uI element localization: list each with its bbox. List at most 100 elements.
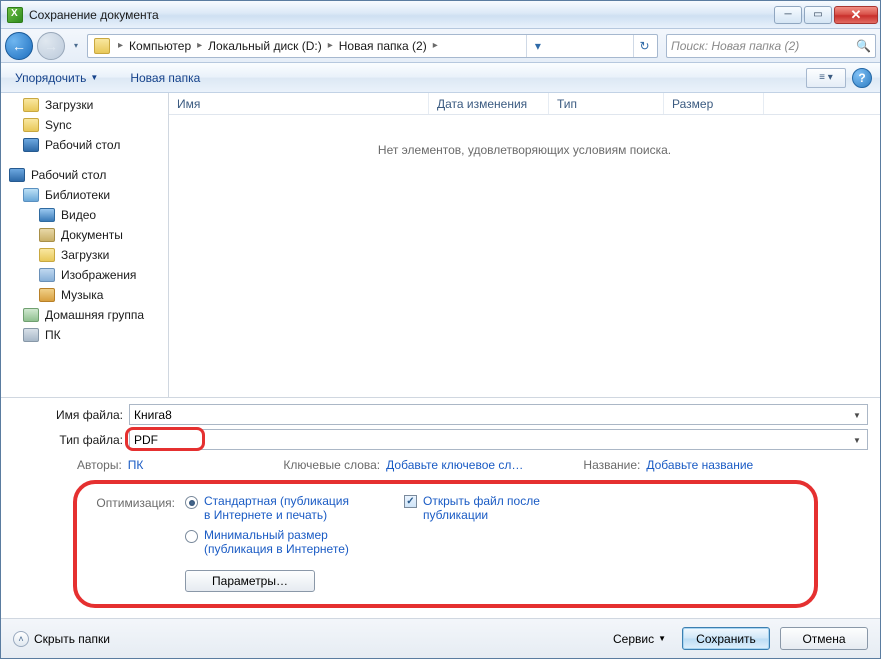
chevron-down-icon: ▼ [90,73,98,82]
chevron-right-icon: ▸ [433,40,438,51]
tree-item[interactable]: Библиотеки [1,185,168,205]
tree-item[interactable]: Рабочий стол [1,165,168,185]
optimization-label: Оптимизация: [91,494,175,592]
hide-folders-button[interactable]: ˄ Скрыть папки [13,631,110,647]
filetype-label: Тип файла: [13,433,129,447]
keywords-label: Ключевые слова: [283,458,380,472]
radio-standard[interactable]: Стандартная (публикация в Интернете и пе… [185,494,354,522]
app-icon [7,7,23,23]
col-date[interactable]: Дата изменения [429,93,549,114]
folder-icon [23,188,39,202]
footer: ˄ Скрыть папки Сервис ▼ Сохранить Отмена [1,618,880,658]
tree-item[interactable]: Sync [1,115,168,135]
radio-minimum[interactable]: Минимальный размер (публикация в Интерне… [185,528,354,556]
help-button[interactable]: ? [852,68,872,88]
service-menu[interactable]: Сервис ▼ [607,630,672,648]
nav-history-dropdown[interactable]: ▾ [69,32,83,60]
chevron-down-icon[interactable]: ▼ [849,407,865,423]
tree-item-label: ПК [45,328,61,342]
tree-item-label: Видео [61,208,96,222]
tree-item[interactable]: Загрузки [1,95,168,115]
cancel-button[interactable]: Отмена [780,627,868,650]
chevron-down-icon: ▼ [658,634,666,643]
chevron-right-icon: ▸ [118,40,123,51]
organize-menu[interactable]: Упорядочить ▼ [9,69,104,87]
tree-item[interactable]: Документы [1,225,168,245]
folder-icon [39,228,55,242]
breadcrumb[interactable]: ▸ Компьютер ▸ Локальный диск (D:) ▸ Нова… [87,34,658,58]
authors-label: Авторы: [77,458,122,472]
refresh-icon[interactable]: ↻ [633,35,655,57]
view-options-button[interactable]: ≡ ▾ [806,68,846,88]
tree-item[interactable]: Видео [1,205,168,225]
folder-icon [23,308,39,322]
tree-item-label: Изображения [61,268,136,282]
authors-value[interactable]: ПК [128,458,144,472]
file-list: Имя Дата изменения Тип Размер Нет элемен… [169,93,880,397]
radio-icon [185,496,198,509]
radio-icon [185,530,198,543]
window-title: Сохранение документа [29,8,772,22]
checkbox-open-after[interactable]: Открыть файл после публикации [404,494,573,522]
folder-icon [9,168,25,182]
search-placeholder: Поиск: Новая папка (2) [671,39,799,53]
tree-item[interactable]: Рабочий стол [1,135,168,155]
parameters-button[interactable]: Параметры… [185,570,315,592]
maximize-button[interactable]: ▭ [804,6,832,24]
breadcrumb-root-icon [94,38,110,54]
navbar: ← → ▾ ▸ Компьютер ▸ Локальный диск (D:) … [1,29,880,63]
breadcrumb-dropdown[interactable]: ▾ [526,35,548,57]
col-name[interactable]: Имя [169,93,429,114]
folder-icon [23,328,39,342]
save-dialog: Сохранение документа ─ ▭ ✕ ← → ▾ ▸ Компь… [0,0,881,659]
breadcrumb-segment[interactable]: Компьютер [127,39,193,53]
search-icon[interactable]: 🔍 [856,39,871,53]
new-folder-button[interactable]: Новая папка [124,69,206,87]
filename-label: Имя файла: [13,408,129,422]
keywords-value[interactable]: Добавьте ключевое сл… [386,458,523,472]
tree-item[interactable]: Загрузки [1,245,168,265]
save-button[interactable]: Сохранить [682,627,770,650]
breadcrumb-segment[interactable]: Новая папка (2) [337,39,429,53]
folder-tree[interactable]: Загрузки Sync Рабочий стол Рабочий стол Библ… [1,93,169,397]
folder-icon [39,288,55,302]
breadcrumb-segment[interactable]: Локальный диск (D:) [206,39,324,53]
filetype-combo[interactable]: PDF ▼ [129,429,868,450]
toolbar: Упорядочить ▼ Новая папка ≡ ▾ ? [1,63,880,93]
col-type[interactable]: Тип [549,93,664,114]
tree-item-label: Документы [61,228,123,242]
options-highlight-box: Оптимизация: Стандартная (публикация в И… [73,480,818,608]
close-button[interactable]: ✕ [834,6,878,24]
tree-item-label: Загрузки [61,248,109,262]
empty-message: Нет элементов, удовлетворяющих условиям … [169,115,880,397]
col-size[interactable]: Размер [664,93,764,114]
folder-icon [23,138,39,152]
tree-item-label: Рабочий стол [45,138,120,152]
nav-back-button[interactable]: ← [5,32,33,60]
search-input[interactable]: Поиск: Новая папка (2) 🔍 [666,34,876,58]
nav-forward-button[interactable]: → [37,32,65,60]
form-area: Имя файла: Книга8 ▼ Тип файла: PDF ▼ Авт… [1,398,880,618]
minimize-button[interactable]: ─ [774,6,802,24]
tree-item[interactable]: ПК [1,325,168,345]
title-meta-label: Название: [583,458,640,472]
folder-icon [39,208,55,222]
folder-icon [23,98,39,112]
chevron-right-icon: ▸ [197,40,202,51]
tree-item-label: Рабочий стол [31,168,106,182]
folder-icon [23,118,39,132]
tree-item[interactable]: Музыка [1,285,168,305]
tree-item[interactable]: Домашняя группа [1,305,168,325]
tree-item-label: Загрузки [45,98,93,112]
tree-item-label: Библиотеки [45,188,110,202]
checkbox-icon [404,495,417,508]
tree-item-label: Sync [45,118,72,132]
tree-item[interactable]: Изображения [1,265,168,285]
list-header: Имя Дата изменения Тип Размер [169,93,880,115]
title-meta-value[interactable]: Добавьте название [646,458,753,472]
main-area: Загрузки Sync Рабочий стол Рабочий стол Библ… [1,93,880,398]
chevron-right-icon: ▸ [328,40,333,51]
filename-input[interactable]: Книга8 ▼ [129,404,868,425]
tree-item-label: Домашняя группа [45,308,144,322]
chevron-down-icon[interactable]: ▼ [849,432,865,448]
